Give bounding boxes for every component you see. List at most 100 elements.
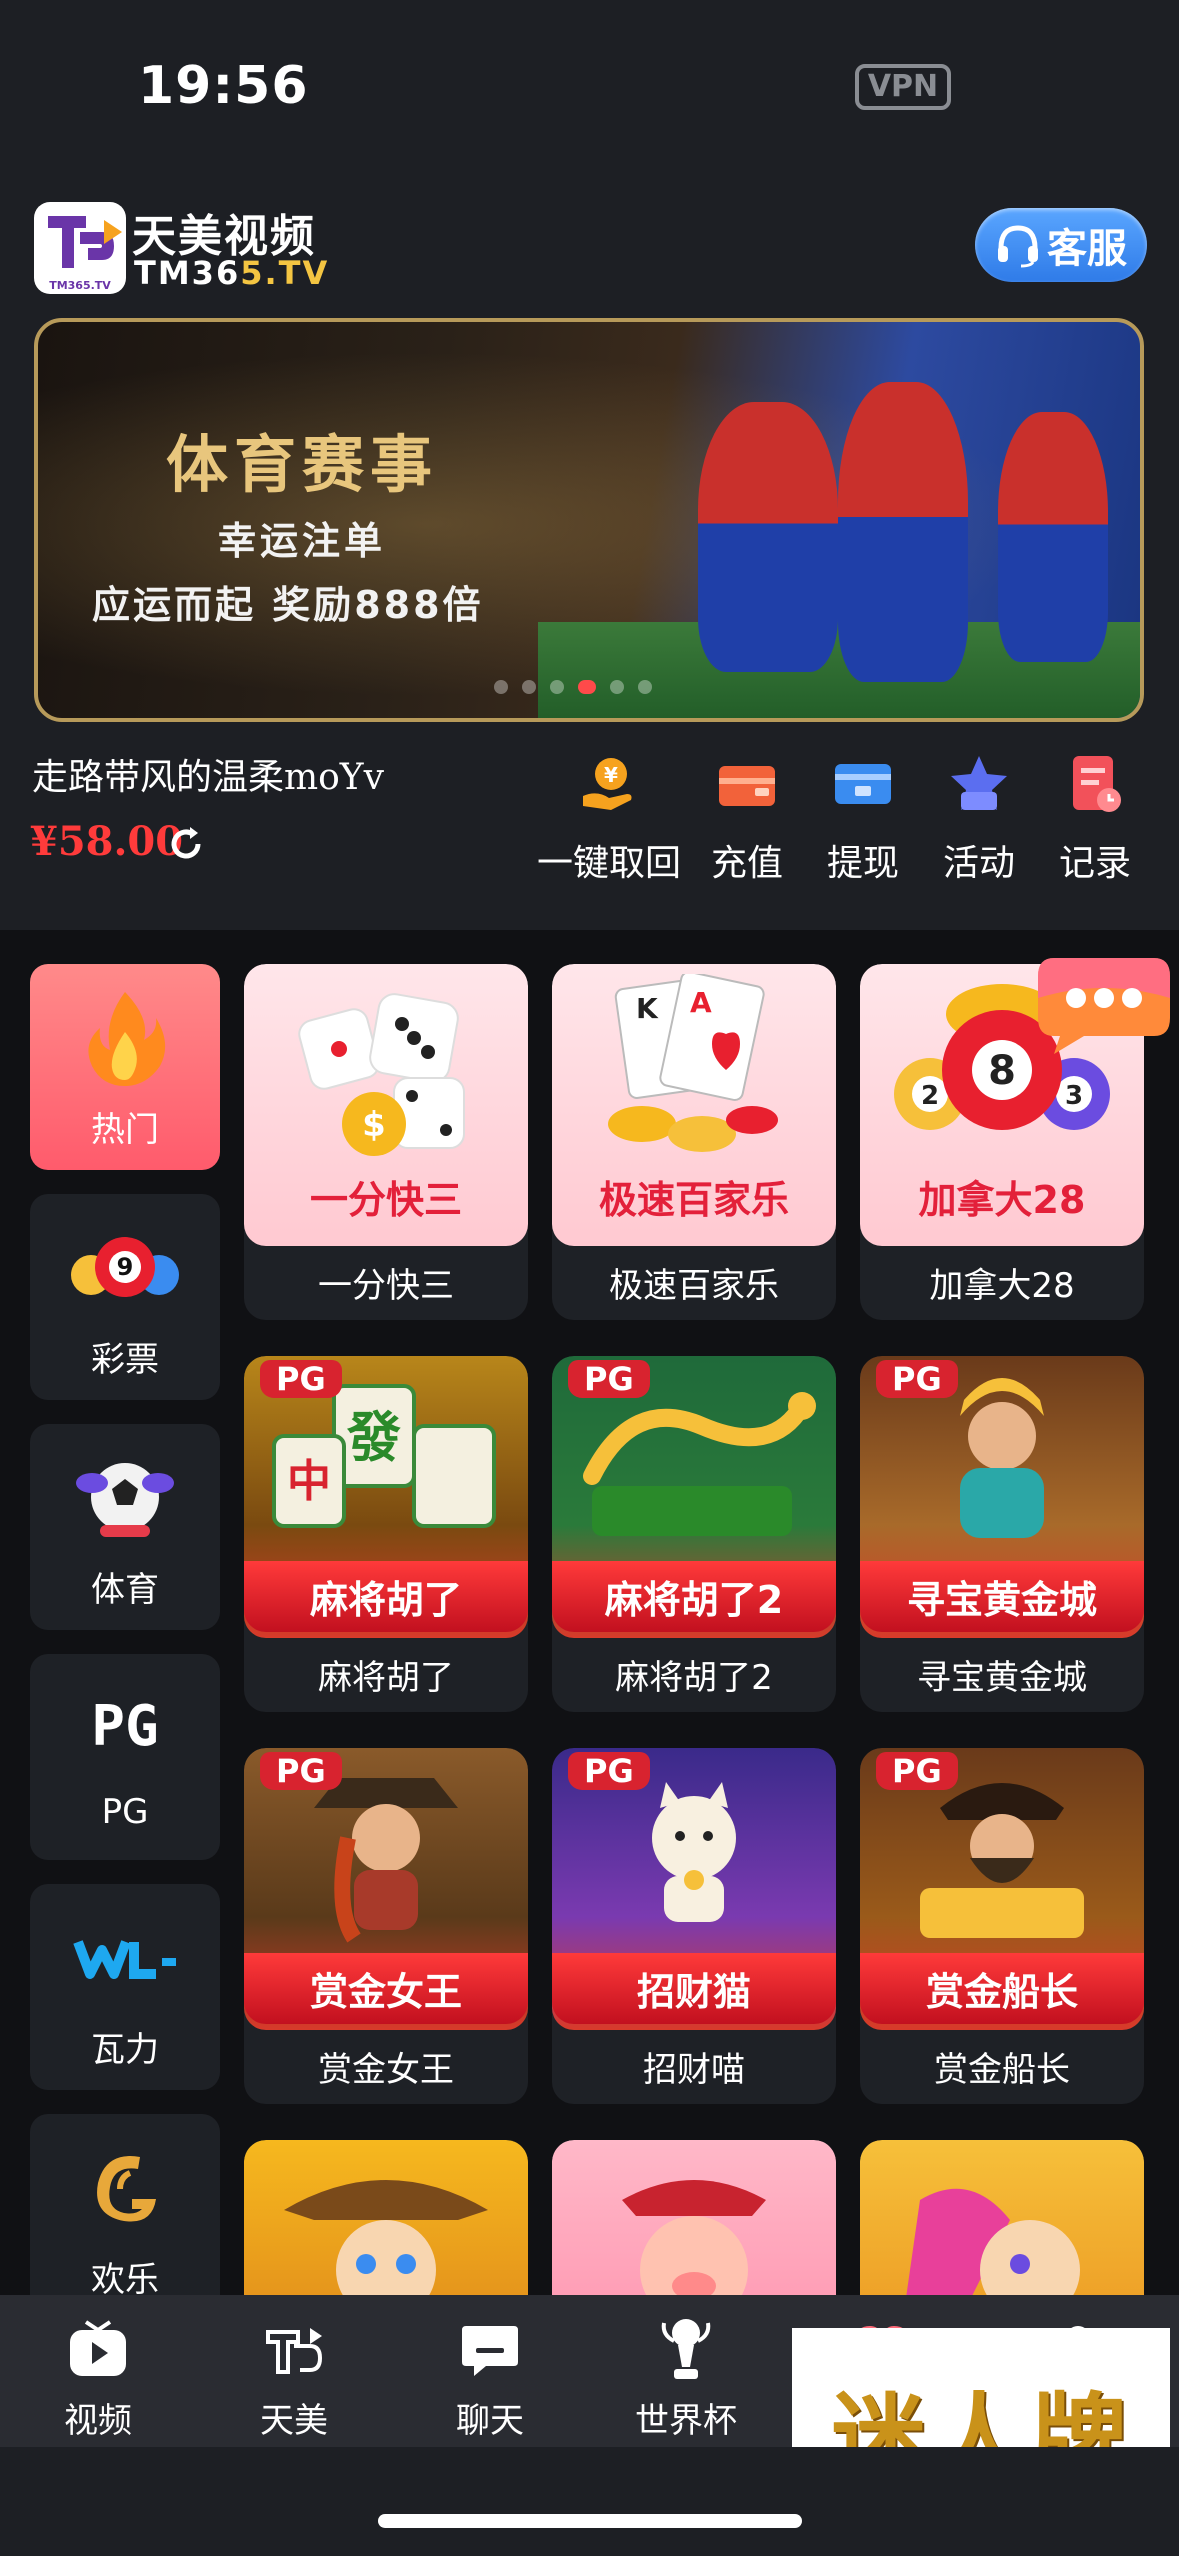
game-art: PG 招财猫 xyxy=(552,1748,836,2030)
action-records[interactable]: 记录 xyxy=(1038,752,1152,886)
svg-text:8: 8 xyxy=(988,1048,1016,1094)
pg-tag: PG xyxy=(568,1360,650,1398)
game-art-title: 赏金女王 xyxy=(244,1953,528,2024)
svg-text:A: A xyxy=(690,986,712,1019)
balance-amount: ¥58.00 xyxy=(30,818,184,865)
action-label: 活动 xyxy=(942,843,1015,884)
game-card[interactable] xyxy=(860,2140,1144,2295)
game-art: PG 麻将胡了2 xyxy=(552,1356,836,1638)
game-art: PG 寻宝黄金城 xyxy=(860,1356,1144,1638)
sidebar-label: 瓦力 xyxy=(91,2030,159,2070)
game-name: 寻宝黄金城 xyxy=(917,1658,1087,1698)
pagination-dot-active[interactable] xyxy=(578,680,596,694)
status-time: 19:56 xyxy=(138,56,309,116)
sidebar-label: 彩票 xyxy=(91,1340,159,1380)
pagination-dot[interactable] xyxy=(610,680,624,694)
app-domain: TM365.TV xyxy=(134,254,330,292)
game-card[interactable] xyxy=(552,2140,836,2295)
banner-line2: 幸运注单 xyxy=(218,519,387,563)
floating-chat-icon[interactable] xyxy=(1024,948,1174,1058)
logo-badge-text: TM365.TV xyxy=(49,279,111,292)
svg-text:¥: ¥ xyxy=(604,763,618,787)
coin-hand-icon: ¥ xyxy=(583,758,632,810)
trophy-icon xyxy=(661,2319,711,2379)
game-art-title: 麻将胡了2 xyxy=(552,1561,836,1632)
game-art xyxy=(244,2140,528,2295)
huanle-logo-icon xyxy=(97,2156,156,2222)
cards-chips-icon: K A xyxy=(608,974,778,1152)
tab-worldcup[interactable]: 世界杯 xyxy=(588,2315,784,2442)
game-card[interactable]: PG 寻宝黄金城 寻宝黄金城 xyxy=(860,1356,1144,1712)
record-doc-icon xyxy=(1073,756,1121,812)
tab-chat[interactable]: 聊天 xyxy=(392,2315,588,2442)
game-card[interactable]: PG 赏金女王 赏金女王 xyxy=(244,1748,528,2104)
play-tv-icon xyxy=(70,2320,126,2376)
pg-tag: PG xyxy=(260,1360,342,1398)
action-events[interactable]: 活动 xyxy=(922,752,1036,886)
sidebar-item-hot[interactable]: 热门 xyxy=(30,964,220,1170)
game-card[interactable]: K A 极速百家乐 极速百家乐 xyxy=(552,964,836,1320)
wallet-icon xyxy=(719,766,775,806)
banner-player-3 xyxy=(998,412,1108,662)
lottery-ball-icon: 9 xyxy=(71,1237,179,1297)
game-art: $ 一分快三 xyxy=(244,964,528,1246)
banner-headline: 体育赛事 xyxy=(166,428,439,501)
game-card[interactable]: PG 赏金船长 赏金船长 xyxy=(860,1748,1144,2104)
sidebar-item-wali[interactable]: 瓦力 xyxy=(30,1884,220,2090)
banner-pagination xyxy=(494,680,652,694)
promo-banner[interactable]: 体育赛事 幸运注单 应运而起 奖励888倍 xyxy=(34,318,1144,722)
home-indicator[interactable] xyxy=(378,2514,802,2528)
tianmei-logo-icon xyxy=(266,2328,323,2374)
action-deposit[interactable]: 充值 xyxy=(690,752,804,886)
landlord-pig-icon xyxy=(622,2180,766,2295)
tab-label: 世界杯 xyxy=(635,2401,737,2441)
action-retrieve[interactable]: ¥ 一键取回 xyxy=(530,752,688,886)
game-card[interactable]: $ 一分快三 一分快三 xyxy=(244,964,528,1320)
sidebar-label: 热门 xyxy=(91,1110,159,1150)
game-name: 极速百家乐 xyxy=(609,1266,779,1306)
tab-label: 视频 xyxy=(64,2401,132,2441)
game-art-title: 麻将胡了 xyxy=(244,1561,528,1632)
quick-actions: ¥ 一键取回 充值 提现 活动 记录 xyxy=(530,752,1154,886)
soccer-mascot-icon xyxy=(76,1463,174,1537)
pg-tag: PG xyxy=(568,1752,650,1790)
dice-icon: $ xyxy=(298,993,465,1156)
svg-text:K: K xyxy=(636,992,659,1025)
game-art: 發 中 PG 麻将胡了 xyxy=(244,1356,528,1638)
action-withdraw[interactable]: 提现 xyxy=(806,752,920,886)
sidebar-item-sports[interactable]: 体育 xyxy=(30,1424,220,1630)
game-art: PG 赏金女王 xyxy=(244,1748,528,2030)
game-card[interactable]: 發 中 PG 麻将胡了 麻将胡了 xyxy=(244,1356,528,1712)
sidebar-item-huanle[interactable]: 欢乐 xyxy=(30,2114,220,2295)
customer-service-button[interactable]: 客服 xyxy=(975,208,1147,282)
game-art: PG 赏金船长 xyxy=(860,1748,1144,2030)
action-label: 记录 xyxy=(1058,843,1131,884)
pagination-dot[interactable] xyxy=(550,680,564,694)
game-art-title: 寻宝黄金城 xyxy=(860,1561,1144,1632)
flame-icon xyxy=(88,992,166,1086)
headset-icon xyxy=(998,225,1038,268)
svg-text:$: $ xyxy=(362,1105,386,1145)
game-art-title: 极速百家乐 xyxy=(598,1178,789,1222)
tab-video[interactable]: 视频 xyxy=(0,2315,196,2442)
sidebar-label: 体育 xyxy=(91,1570,159,1610)
game-name: 赏金船长 xyxy=(934,2050,1070,2090)
pagination-dot[interactable] xyxy=(494,680,508,694)
pagination-dot[interactable] xyxy=(522,680,536,694)
game-art-title: 加拿大28 xyxy=(918,1178,1086,1222)
game-name: 一分快三 xyxy=(318,1266,454,1306)
game-card[interactable]: PG 招财猫 招财喵 xyxy=(552,1748,836,2104)
pagination-dot[interactable] xyxy=(638,680,652,694)
wali-logo-icon xyxy=(73,1940,176,1979)
sidebar-item-pg[interactable]: PG PG xyxy=(30,1654,220,1860)
sidebar-label: 欢乐 xyxy=(91,2260,159,2295)
sidebar-item-lottery[interactable]: 9 彩票 xyxy=(30,1194,220,1400)
tab-label: 聊天 xyxy=(456,2401,524,2441)
chat-icon xyxy=(462,2326,518,2376)
withdraw-card-icon xyxy=(835,764,891,804)
refresh-icon[interactable] xyxy=(166,824,206,864)
game-card[interactable] xyxy=(244,2140,528,2295)
tab-tianmei[interactable]: 天美 xyxy=(196,2315,392,2442)
pg-tag: PG xyxy=(876,1752,958,1790)
game-card[interactable]: PG 麻将胡了2 麻将胡了2 xyxy=(552,1356,836,1712)
